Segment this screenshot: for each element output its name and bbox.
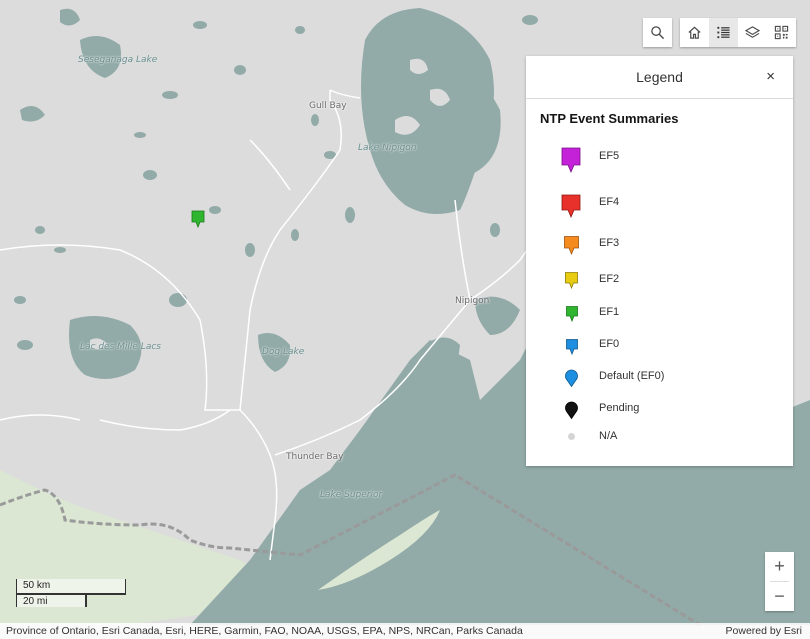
ef0-square-pin-icon (566, 339, 578, 356)
legend-item-label: EF0 (599, 338, 620, 350)
widget-toolbar (680, 18, 796, 47)
home-button[interactable] (680, 18, 709, 47)
qr-code-icon (774, 25, 789, 40)
pending-round-pin-icon (565, 401, 578, 420)
map-label-nipigon: Nipigon (455, 296, 490, 306)
legend-panel: Legend × NTP Event Summaries EF5 EF4 EF3… (526, 56, 793, 466)
layers-icon (745, 26, 760, 38)
ef3-square-pin-icon (564, 236, 579, 256)
default-ef0-round-pin-icon (565, 369, 578, 388)
scale-bar-imperial: 20 mi (16, 595, 87, 607)
legend-button[interactable] (709, 18, 738, 47)
map-label-gull-bay: Gull Bay (309, 101, 347, 111)
event-marker-ef1[interactable] (191, 210, 205, 229)
attribution-sources[interactable]: Province of Ontario, Esri Canada, Esri, … (6, 625, 523, 637)
ef1-square-pin-icon (566, 306, 578, 323)
map-label-lake-nipigon: Lake Nipigon (358, 143, 417, 153)
legend-item-label: EF1 (599, 306, 620, 318)
map-label-lac-des-mille-lacs: Lac des Mille Lacs (80, 342, 161, 352)
na-dot-icon (568, 433, 575, 440)
search-button[interactable] (643, 18, 672, 47)
zoom-in-button[interactable]: + (765, 552, 794, 581)
ef4-square-pin-icon (561, 194, 581, 219)
map-label-thunder-bay: Thunder Bay (286, 452, 344, 462)
layers-button[interactable] (738, 18, 767, 47)
qr-code-button[interactable] (767, 18, 796, 47)
legend-item-label: EF2 (599, 273, 620, 285)
scale-bar: 50 km 20 mi (16, 579, 126, 609)
powered-by-esri[interactable]: Powered by Esri (726, 625, 802, 637)
zoom-out-button[interactable]: − (765, 582, 794, 611)
scale-bar-imperial-label: 20 mi (23, 596, 48, 607)
attribution-bar: Province of Ontario, Esri Canada, Esri, … (0, 623, 810, 639)
legend-item-label: Default (EF0) (599, 370, 665, 382)
search-icon (651, 26, 665, 40)
legend-header: Legend × (526, 56, 793, 99)
legend-item-label: EF3 (599, 237, 620, 249)
legend-item-label: N/A (599, 430, 618, 442)
zoom-control: + − (765, 552, 794, 611)
search-toolbar (643, 18, 672, 47)
legend-item-label: EF4 (599, 196, 620, 208)
legend-list-icon (717, 26, 730, 39)
legend-item-label: Pending (599, 402, 640, 414)
ef2-square-pin-icon (565, 272, 578, 290)
close-icon[interactable]: × (766, 69, 775, 84)
scale-bar-metric-label: 50 km (23, 580, 51, 591)
map-label-dog-lake: Dog Lake (262, 347, 305, 357)
ef5-square-pin-icon (561, 147, 581, 174)
map-label-lake-superior: Lake Superior (320, 490, 383, 500)
legend-layer-title: NTP Event Summaries (540, 111, 679, 126)
map-label-seseganaga-lake: Seseganaga Lake (78, 55, 158, 65)
legend-item-label: EF5 (599, 150, 620, 162)
home-icon (688, 26, 701, 39)
scale-bar-metric: 50 km (16, 579, 126, 595)
legend-title: Legend (636, 69, 683, 85)
